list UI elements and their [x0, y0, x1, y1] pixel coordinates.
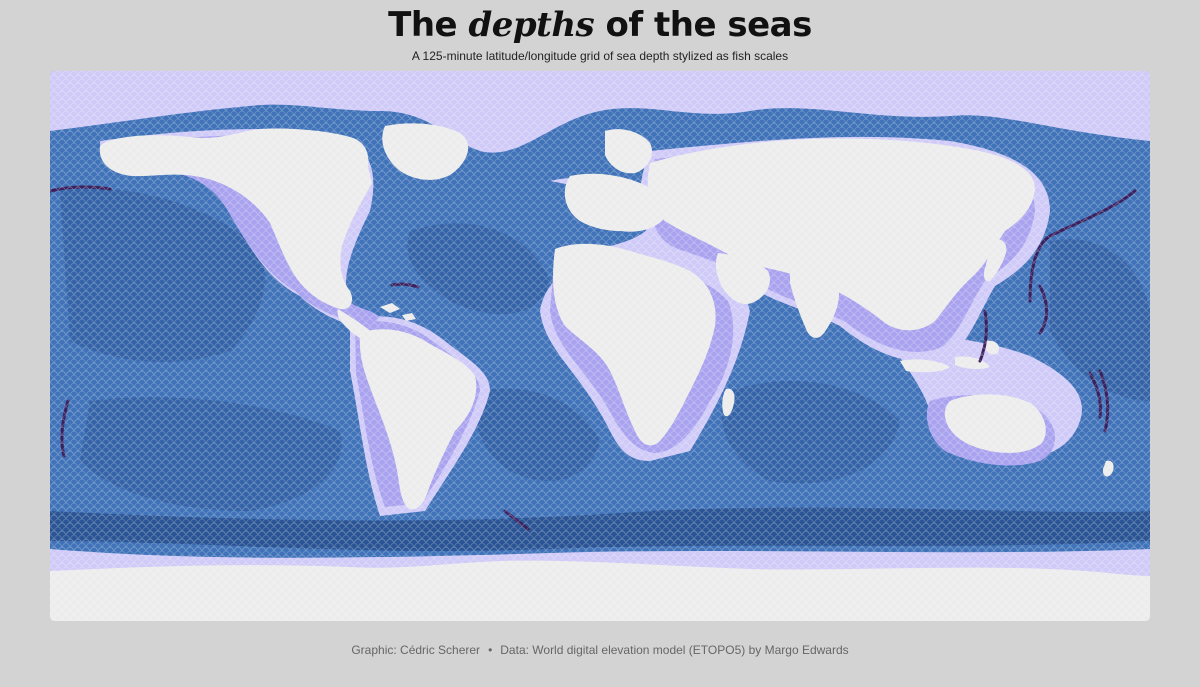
world-depth-map [50, 71, 1150, 621]
caption-separator: • [488, 643, 493, 657]
caption-credit: Graphic: Cédric Scherer [351, 643, 481, 657]
page-title: The depths of the seas [0, 5, 1200, 45]
fish-scale-texture [50, 71, 1150, 621]
map-canvas [50, 71, 1150, 621]
title-pre: The [388, 5, 458, 45]
page-subtitle: A 125-minute latitude/longitude grid of … [411, 49, 789, 63]
title-post: of the seas [605, 5, 813, 45]
title-emphasis: depths [468, 5, 595, 45]
caption: Graphic: Cédric Scherer • Data: World digi… [0, 643, 1200, 657]
caption-source: Data: World digital elevation model (ETO… [500, 643, 849, 657]
